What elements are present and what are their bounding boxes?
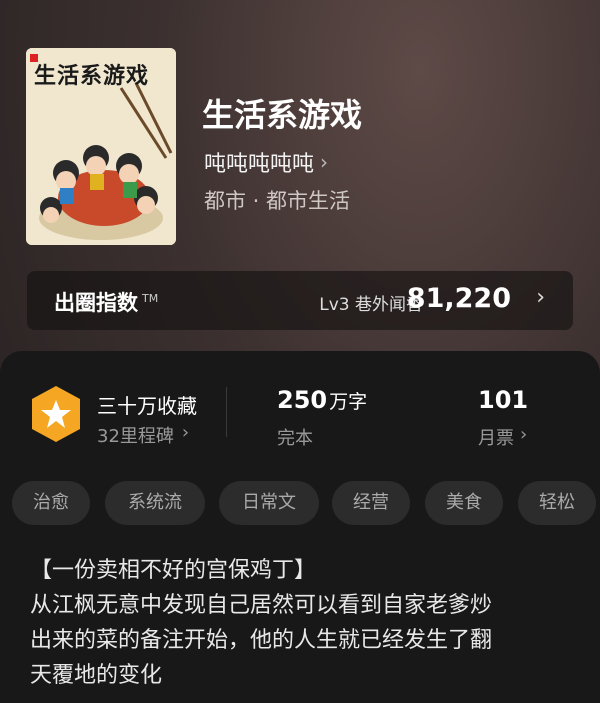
divider xyxy=(226,387,227,437)
collect-milestone-title: 三十万收藏 xyxy=(97,394,197,418)
description-line: 从江枫无意中发现自己居然可以看到自家老爹炒 xyxy=(30,593,493,618)
word-count: 250 万字 xyxy=(277,386,368,414)
chevron-right-icon: › xyxy=(181,422,190,443)
description-line: 出来的菜的备注开始，他的人生就已经发生了翻 xyxy=(30,628,493,653)
monthly-ticket-link[interactable]: 月票 › xyxy=(478,424,527,450)
author-link[interactable]: 吨吨吨吨吨 › xyxy=(204,146,328,178)
star-hexagon-icon[interactable] xyxy=(29,384,83,444)
book-title: 生活系游戏 xyxy=(202,96,363,134)
cover-title: 生活系游戏 xyxy=(34,63,150,89)
author-name: 吨吨吨吨吨 xyxy=(204,152,315,177)
status-label: 完本 xyxy=(277,428,313,449)
genre-label: 都市 · 都市生活 xyxy=(204,189,351,213)
book-description[interactable]: 【一份卖相不好的宫保鸡丁】 从江枫无意中发现自己居然可以看到自家老爹炒 出来的菜… xyxy=(30,553,570,693)
tag-chip[interactable]: 经营 xyxy=(332,481,410,525)
description-line: 【一份卖相不好的宫保鸡丁】 xyxy=(30,558,317,583)
book-header: 生活系游戏 生活系游戏 吨吨吨吨吨 › 都市 · 都市生活 出圈指数 TM Lv3… xyxy=(0,0,600,350)
chevron-right-icon: › xyxy=(520,424,528,445)
tag-list: 治愈 系统流 日常文 经营 美食 轻松 xyxy=(12,481,600,527)
trademark-mark: TM xyxy=(142,292,159,305)
monthly-ticket-label: 月票 xyxy=(478,428,514,449)
tag-chip[interactable]: 日常文 xyxy=(219,481,319,525)
milestone-link[interactable]: 32里程碑 › xyxy=(97,422,189,448)
monthly-ticket-count: 101 xyxy=(478,386,529,414)
milestone-count: 32里程碑 xyxy=(97,426,174,447)
chevron-right-icon: › xyxy=(320,150,329,174)
chevron-right-icon: › xyxy=(536,285,545,310)
description-line: 天覆地的变化 xyxy=(30,663,163,688)
tag-chip[interactable]: 轻松 xyxy=(518,481,596,525)
book-cover[interactable]: 生活系游戏 xyxy=(26,48,176,245)
popularity-index-bar[interactable]: 出圈指数 TM Lv3 巷外闻香 81,220 › xyxy=(27,271,573,330)
index-label: 出圈指数 TM xyxy=(54,291,159,315)
index-value: 81,220 xyxy=(406,283,511,314)
word-count-unit: 万字 xyxy=(329,391,368,413)
tag-chip[interactable]: 美食 xyxy=(425,481,503,525)
tag-chip[interactable]: 系统流 xyxy=(105,481,205,525)
tag-chip[interactable]: 治愈 xyxy=(12,481,90,525)
